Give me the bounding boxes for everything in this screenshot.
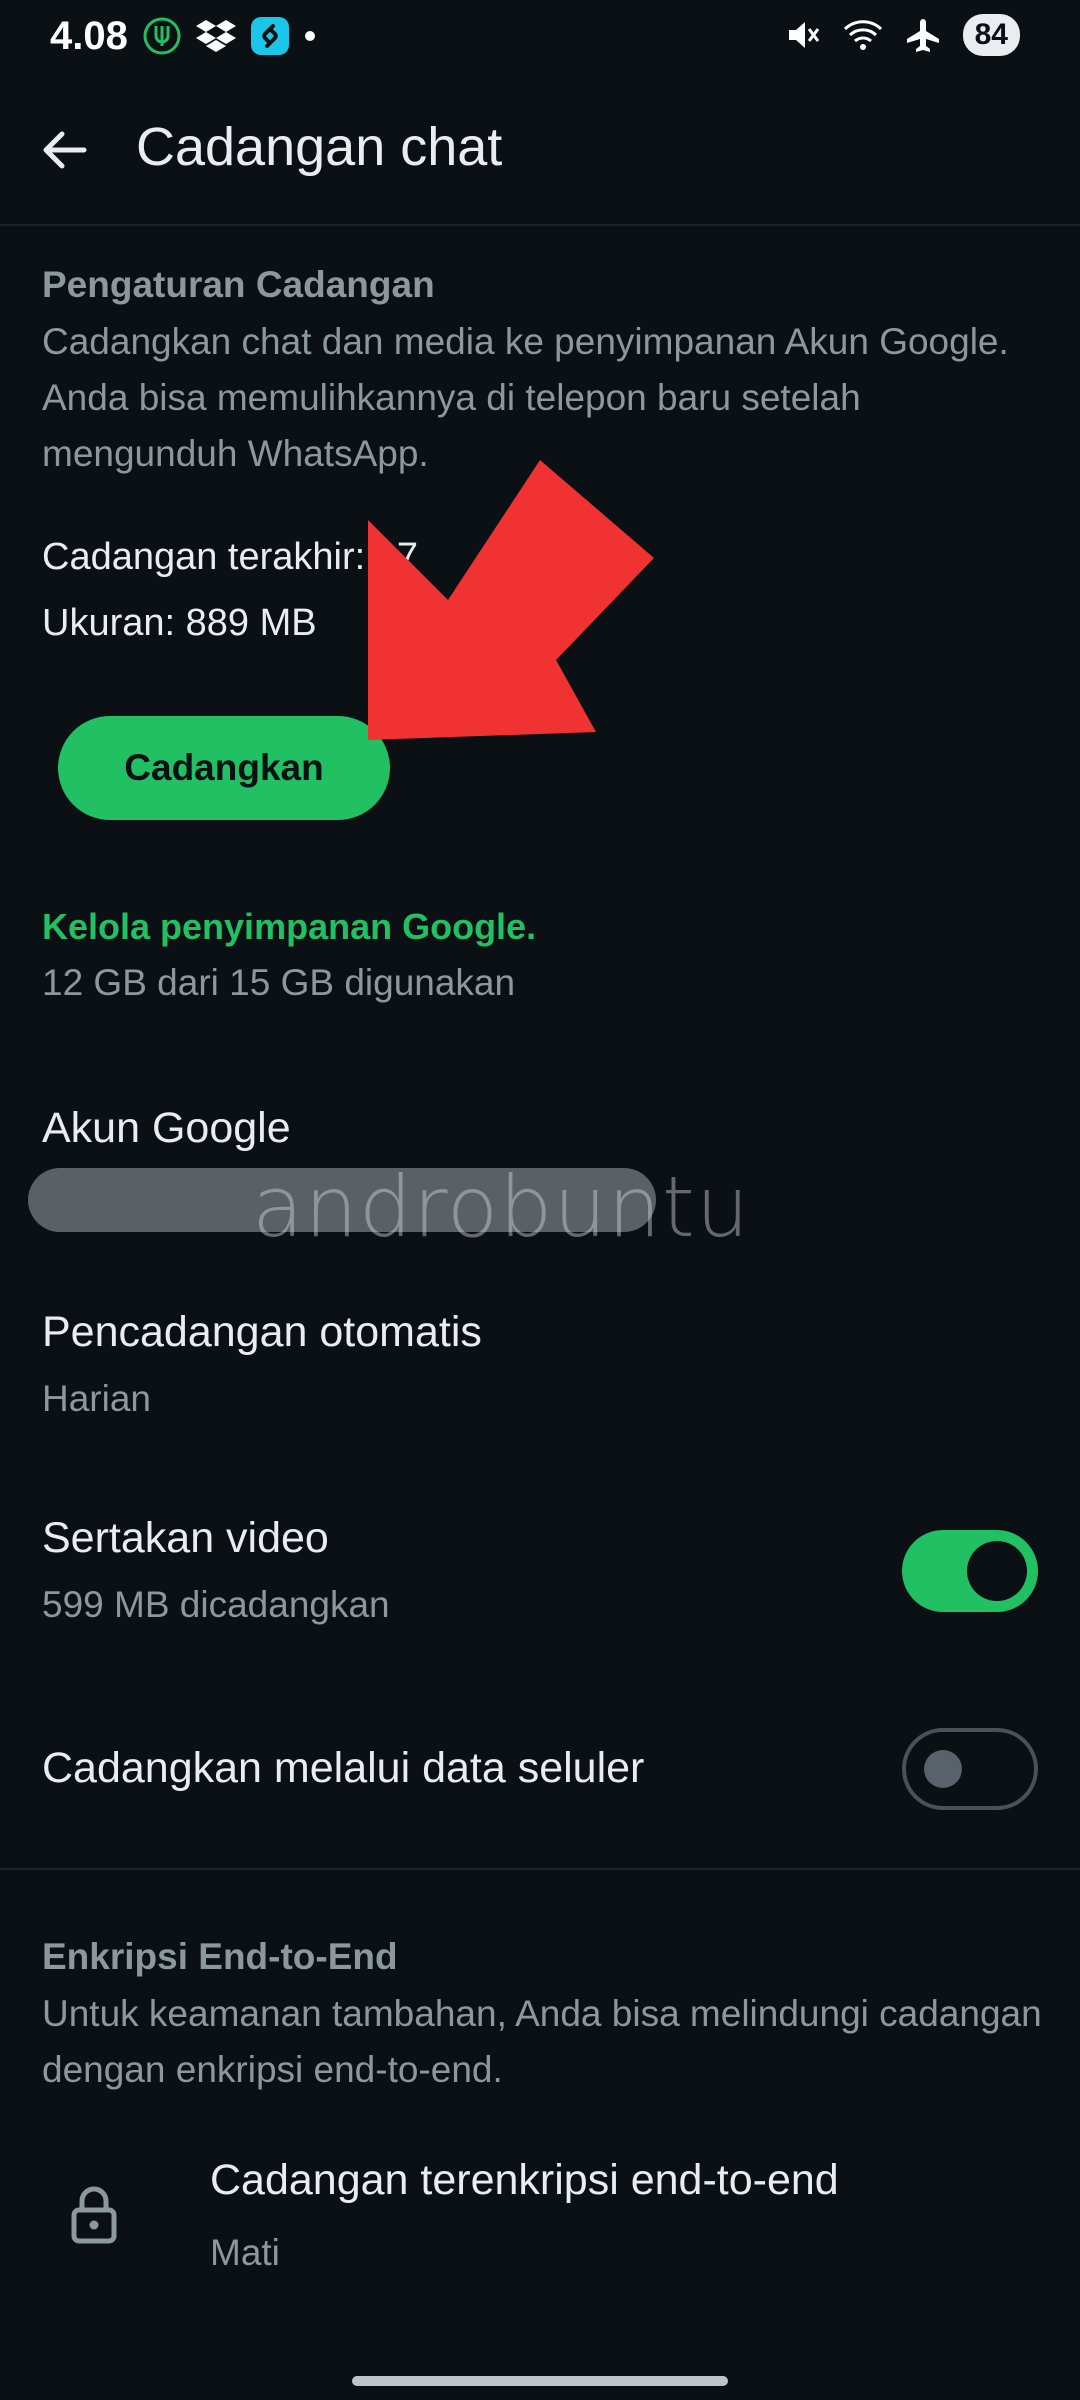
status-right-icons: 84 bbox=[785, 14, 1020, 56]
watermark-text: androbuntu bbox=[252, 1158, 751, 1256]
encrypted-backup-title: Cadangan terenkripsi end-to-end bbox=[210, 2156, 839, 2204]
encryption-description: Untuk keamanan tambahan, Anda bisa melin… bbox=[42, 1993, 1042, 2090]
section-divider bbox=[0, 1868, 1080, 1870]
wifi-icon bbox=[843, 20, 882, 50]
auto-backup-title: Pencadangan otomatis bbox=[42, 1308, 482, 1356]
dropbox-icon bbox=[196, 20, 236, 52]
battery-indicator: 84 bbox=[962, 14, 1020, 56]
toggle-knob bbox=[967, 1541, 1027, 1601]
include-video-row[interactable]: Sertakan video 599 MB dicadangkan bbox=[0, 1500, 1080, 1650]
toggle-knob bbox=[924, 1750, 962, 1788]
page-title: Cadangan chat bbox=[136, 117, 503, 177]
include-video-title: Sertakan video bbox=[42, 1514, 329, 1562]
shazam-icon bbox=[251, 17, 289, 55]
lock-icon bbox=[71, 2186, 117, 2244]
storage-usage-text: 12 GB dari 15 GB digunakan bbox=[42, 962, 516, 1003]
google-account-title: Akun Google bbox=[42, 1104, 291, 1152]
cellular-backup-toggle[interactable] bbox=[902, 1728, 1038, 1810]
airplane-icon bbox=[906, 19, 939, 52]
mute-icon bbox=[788, 22, 819, 48]
backup-settings-heading: Pengaturan Cadangan bbox=[42, 264, 435, 305]
annotation-arrow-icon bbox=[368, 460, 654, 740]
encrypted-backup-value: Mati bbox=[210, 2232, 280, 2273]
header-divider bbox=[0, 224, 1080, 226]
include-video-subtitle: 599 MB dicadangkan bbox=[42, 1584, 390, 1625]
auto-backup-row[interactable]: Pencadangan otomatis Harian bbox=[0, 1290, 1080, 1440]
backup-button[interactable]: Cadangkan bbox=[58, 716, 390, 820]
auto-backup-value: Harian bbox=[42, 1378, 151, 1419]
include-video-toggle[interactable] bbox=[902, 1530, 1038, 1612]
backup-size-text: Ukuran: 889 MB bbox=[42, 602, 317, 644]
back-arrow-icon[interactable] bbox=[38, 124, 90, 176]
cellular-backup-title: Cadangkan melalui data seluler bbox=[42, 1744, 645, 1792]
app-notification-icon bbox=[143, 17, 181, 55]
manage-google-storage-link[interactable]: Kelola penyimpanan Google. bbox=[42, 906, 536, 948]
encryption-heading: Enkripsi End-to-End bbox=[42, 1936, 398, 1977]
encrypted-backup-row[interactable]: Cadangan terenkripsi end-to-end Mati bbox=[0, 2130, 1080, 2290]
status-left-icons bbox=[142, 16, 316, 56]
gesture-nav-handle[interactable] bbox=[352, 2376, 728, 2386]
cellular-backup-row[interactable]: Cadangkan melalui data seluler bbox=[0, 1700, 1080, 1840]
dot-icon bbox=[305, 31, 315, 41]
status-time: 4.08 bbox=[50, 14, 128, 58]
